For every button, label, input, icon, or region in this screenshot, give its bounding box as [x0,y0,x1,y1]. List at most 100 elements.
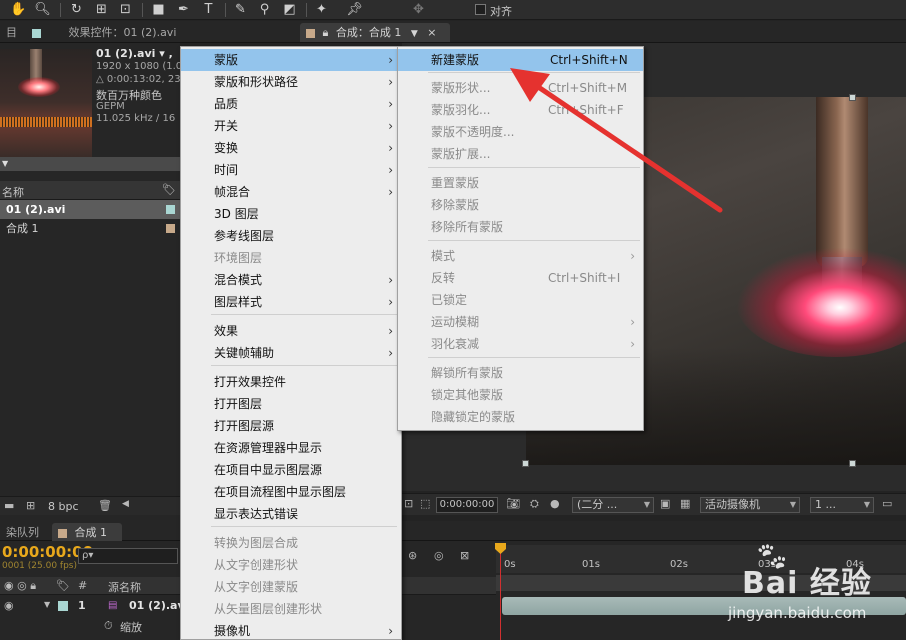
context-menu-item[interactable]: 效果 › [181,320,401,342]
tab-project-menu[interactable]: 目 [0,23,23,42]
label-tag-icon[interactable]: 🏷︎ [162,183,176,196]
context-menu-item[interactable]: 蒙版 › [181,49,401,71]
timeline-search-input[interactable]: ρ▾ [78,548,178,564]
visibility-icon[interactable]: ◉ [4,599,14,612]
context-menu-item-label: 在资源管理器中显示 [214,441,323,455]
expand-triangle-icon[interactable]: ▼ [44,600,50,609]
transparency-grid-icon[interactable]: ▦ [680,497,690,510]
collapse-triangle-icon[interactable]: ▼ [2,159,8,168]
stopwatch-icon[interactable]: ⏱︎ [104,619,113,633]
clone-stamp-tool-icon[interactable]: ⚲ [256,1,273,18]
tab-composition[interactable]: 🔒︎ 合成：合成 1 ▼ × [300,23,450,42]
folder-icon[interactable]: ▬ [4,499,14,512]
show-snapshot-icon[interactable]: ⛭ [530,497,539,511]
context-menu-item[interactable]: 混合模式 › [181,269,401,291]
rotate-tool-icon[interactable]: ↻ [68,1,85,18]
context-menu-item[interactable]: 品质 › [181,93,401,115]
grid-toggle-icon[interactable]: ⊡ [404,497,413,510]
submenu-item-label: 移除所有蒙版 [431,220,504,234]
context-menu-item[interactable]: 在资源管理器中显示 [181,437,401,459]
context-menu-item[interactable]: 打开效果控件 [181,371,401,393]
context-menu-item[interactable]: 显示表达式错误 [181,503,401,525]
eraser-tool-icon[interactable]: ◩ [281,1,298,18]
tick-label: 0s [504,559,516,570]
puppet-pin-tool-icon[interactable]: 📌︎ [346,1,363,18]
context-menu-item[interactable]: 摄像机 › [181,620,401,640]
context-menu-item-label: 3D 图层 [214,207,259,221]
viewer-timecode[interactable]: 0:00:00:00 [436,497,498,513]
toolbar-divider [306,3,307,17]
context-menu-item[interactable]: 参考线图层 [181,225,401,247]
hand-tool-icon[interactable]: ✋ [10,1,27,18]
chevron-right-icon: › [388,346,393,360]
chevron-down-icon[interactable]: ▼ [411,29,418,39]
color-depth-button[interactable]: 8 bpc [48,500,79,513]
zoom-tool-icon[interactable]: 🔍︎ [34,1,51,18]
context-menu-item[interactable]: 开关 › [181,115,401,137]
pen-tool-icon[interactable]: ✒ [175,1,192,18]
project-item[interactable]: 合成 1 [0,219,180,238]
lock-icon[interactable]: 🔒︎ [323,26,329,39]
context-menu-item[interactable]: 3D 图层 [181,203,401,225]
context-menu-item-label: 帧混合 [214,185,251,199]
transform-handle[interactable] [522,460,529,467]
context-menu-item[interactable]: 在项目流程图中显示图层 [181,481,401,503]
tab-effects-controls[interactable]: 效果控件：01 (2).avi [26,23,182,42]
project-item[interactable]: 01 (2).avi [0,200,180,219]
label-tag-icon: 🏷︎ [56,579,70,592]
snapshot-icon[interactable]: 📷︎ [506,497,520,510]
context-menu-item[interactable]: 时间 › [181,159,401,181]
text-tool-icon[interactable]: T [200,1,217,18]
context-menu-item-label: 蒙版和形状路径 [214,75,299,89]
rectangle-tool-icon[interactable]: ■ [150,1,167,18]
context-menu-item[interactable]: 打开图层 [181,393,401,415]
chevron-right-icon: › [388,75,393,89]
tab-timeline-comp[interactable]: 合成 1 × [52,523,122,558]
draft-3d-icon[interactable]: ⊛ [408,549,417,562]
submenu-item: 解锁所有蒙版 [398,362,643,384]
views-select[interactable]: 1 ... ▼ [810,497,874,513]
menu-separator [428,357,640,358]
snap-icon[interactable]: ✥ [410,1,427,18]
context-menu-item[interactable]: 变换 › [181,137,401,159]
layer-color-swatch[interactable] [58,601,68,611]
context-menu-item[interactable]: 图层样式 › [181,291,401,313]
camera-tool-icon[interactable]: ⊞ [93,1,110,18]
context-menu-item[interactable]: 关键帧辅助 › [181,342,401,364]
context-menu-item-label: 时间 [214,163,239,177]
resolution-select[interactable]: (二分 ... ▼ [572,497,654,513]
property-name: 缩放 [120,621,142,634]
submenu-item-label: 蒙版形状... [431,81,491,95]
context-menu-item[interactable]: 蒙版和形状路径 › [181,71,401,93]
transform-handle[interactable] [849,94,856,101]
camera-select[interactable]: 活动摄像机 ▼ [700,497,800,513]
channel-icon[interactable]: ● [550,497,560,510]
context-menu-item-label: 混合模式 [214,273,263,287]
view-options-icon[interactable]: ▭ [882,497,892,510]
transform-handle[interactable] [849,460,856,467]
project-search-bar[interactable]: ▼ [0,157,180,171]
context-menu-item-label: 参考线图层 [214,229,275,243]
submenu-item-label: 羽化衰减 [431,337,480,351]
context-menu-item-label: 从矢量图层创建形状 [214,602,323,616]
align-checkbox[interactable] [475,4,486,15]
tab-render-queue[interactable]: 染队列 [0,523,45,542]
brush-tool-icon[interactable]: ✎ [232,1,249,18]
context-menu-item[interactable]: 在项目中显示图层源 [181,459,401,481]
region-of-interest-icon[interactable]: ▣ [660,497,670,510]
context-menu-item[interactable]: 打开图层源 [181,415,401,437]
video-plasma-glow [736,247,906,357]
close-icon[interactable]: × [427,26,436,39]
scroll-left-icon[interactable]: ◀ [122,499,129,509]
motion-blur-icon[interactable]: ◎ [434,549,444,562]
roto-brush-tool-icon[interactable]: ✦ [313,1,330,18]
pan-behind-tool-icon[interactable]: ⊡ [117,1,134,18]
graph-editor-icon[interactable]: ⊠ [460,549,469,562]
watermark-brand: Bai 经验 [742,566,872,601]
new-comp-icon[interactable]: ⊞ [26,499,35,512]
context-menu-item[interactable]: 帧混合 › [181,181,401,203]
trash-icon[interactable]: 🗑︎ [98,499,112,512]
submenu-item-label: 新建蒙版 [431,53,480,67]
region-toggle-icon[interactable]: ⬚ [420,497,430,510]
submenu-item-label: 反转 [431,271,456,285]
